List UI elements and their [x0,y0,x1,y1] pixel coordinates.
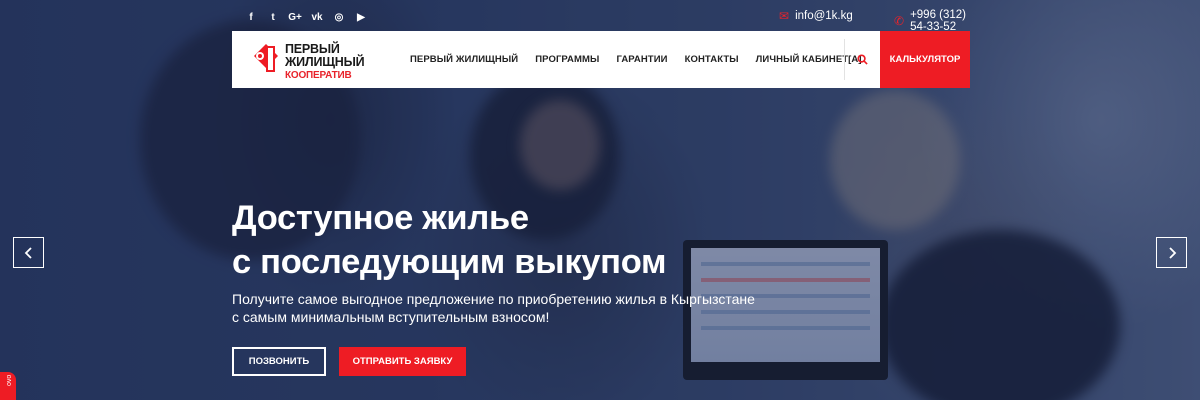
slider-prev-button[interactable] [13,237,44,268]
logo[interactable]: ПЕРВЫЙ ЖИЛИЩНЫЙ КООПЕРАТИВ [252,38,392,82]
navbar: ПЕРВЫЙ ЖИЛИЩНЫЙ КООПЕРАТИВ ПЕРВЫЙ ЖИЛИЩН… [232,31,970,88]
hero-subtitle-line1: Получите самое выгодное предложение по п… [232,291,755,307]
instagram-icon[interactable]: ◎ [328,10,350,24]
logo-line3: КООПЕРАТИВ [285,70,352,81]
menu-item-programs[interactable]: ПРОГРАММЫ [535,54,599,65]
search-icon [856,54,868,65]
chevron-left-icon [24,246,32,259]
menu-item-contacts[interactable]: КОНТАКТЫ [685,54,739,65]
calculator-button[interactable]: КАЛЬКУЛЯТОР [880,31,970,88]
call-button[interactable]: ПОЗВОНИТЬ [232,347,326,376]
menu-item-guarantees[interactable]: ГАРАНТИИ [616,54,667,65]
slider-next-button[interactable] [1156,237,1187,268]
email-text: info@1k.kg [795,10,853,22]
youtube-icon[interactable]: ▶ [350,10,372,24]
logo-text: ПЕРВЫЙ ЖИЛИЩНЫЙ КООПЕРАТИВ [285,43,365,82]
logo-mark-icon [254,44,278,72]
hero-subtitle: Получите самое выгодное предложение по п… [232,290,755,326]
social-links: f t G+ vk ◎ ▶ [240,10,372,24]
phone-icon: ✆ [894,14,905,28]
menu-item-first-housing[interactable]: ПЕРВЫЙ ЖИЛИЩНЫЙ [410,54,518,65]
phone-link[interactable]: ✆ +996 (312) 54-33-52 [894,9,970,33]
twitter-icon[interactable]: t [262,10,284,24]
google-plus-icon[interactable]: G+ [284,10,306,24]
hero-title-line2: с последующим выкупом [232,243,667,281]
logo-line2: ЖИЛИЩНЫЙ [285,55,365,69]
chevron-right-icon [1168,246,1176,259]
vk-icon[interactable]: vk [306,10,328,24]
main-menu: ПЕРВЫЙ ЖИЛИЩНЫЙ ПРОГРАММЫ ГАРАНТИИ КОНТА… [410,31,879,88]
phone-text: +996 (312) 54-33-52 [910,9,967,33]
hero-title: Доступное жилье с последующим выкупом [232,196,667,284]
email-link[interactable]: ✉ info@1k.kg [779,9,853,23]
side-widget-label: ovo [6,374,13,386]
facebook-icon[interactable]: f [240,10,262,24]
send-request-button[interactable]: ОТПРАВИТЬ ЗАЯВКУ [339,347,466,376]
search-button[interactable] [844,39,879,80]
topbar: f t G+ vk ◎ ▶ ✉ info@1k.kg ✆ +996 (312) … [232,0,970,33]
hero-title-line1: Доступное жилье [232,199,529,237]
hero-subtitle-line2: с самым минимальным вступительным взносо… [232,309,550,325]
envelope-icon: ✉ [779,9,790,23]
